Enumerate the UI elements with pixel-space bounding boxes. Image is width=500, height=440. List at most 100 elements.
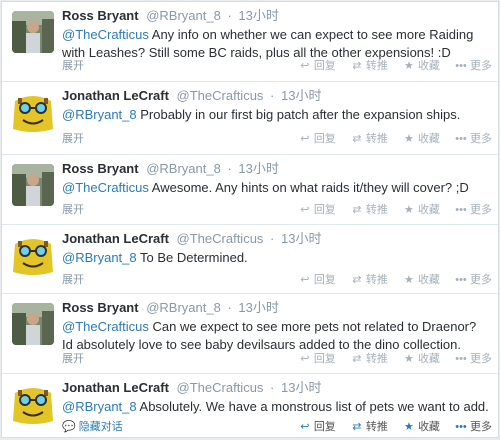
reply-label: 回复 [313,204,336,216]
star-icon: ★ [404,204,414,216]
author-handle[interactable]: @TheCrafticus [177,88,264,103]
tweet-item[interactable]: Jonathan LeCraft @TheCrafticus · 13小时 @R… [2,82,498,155]
tweet-text-content: Probably in our first big patch after th… [136,107,461,122]
hide-conversation-link[interactable]: 💬 隐藏对话 [62,419,123,435]
gnome-avatar-icon [12,234,54,276]
author-handle[interactable]: @TheCrafticus [177,380,264,395]
favorite-button[interactable]: ★ 收藏 [403,351,440,367]
avatar-ross-bryant[interactable] [12,164,54,206]
more-button[interactable]: ••• 更多 [455,351,492,367]
tweet-timestamp[interactable]: 13小时 [238,161,278,176]
mention-link[interactable]: @TheCrafticus [62,27,149,42]
author-handle[interactable]: @RBryant_8 [146,161,221,176]
reply-label: 回复 [313,421,336,433]
expand-link[interactable]: 展开 [62,351,84,367]
tweet-text-content: Absolutely. We have a monstrous list of … [136,399,489,414]
tweet-item[interactable]: Ross Bryant @RBryant_8 · 13小时 @TheCrafti… [2,2,498,82]
author-handle[interactable]: @RBryant_8 [146,8,221,23]
tweet-text: @RBryant_8 Probably in our first big pat… [62,106,490,124]
reply-button[interactable]: ↩ 回复 [299,351,336,367]
expand-link[interactable]: 展开 [62,272,84,288]
tweet-timestamp[interactable]: 13小时 [238,8,278,23]
author-name[interactable]: Ross Bryant [62,8,139,23]
favorite-label: 收藏 [417,274,440,286]
retweet-button[interactable]: ⇄ 转推 [351,58,388,74]
more-dots-icon: ••• [455,274,467,286]
more-dots-icon: ••• [455,60,467,72]
reply-button[interactable]: ↩ 回复 [299,419,336,435]
avatar-ross-bryant[interactable] [12,11,54,53]
reply-button[interactable]: ↩ 回复 [299,58,336,74]
gnome-avatar-icon [12,383,54,425]
more-label: 更多 [470,421,492,433]
favorite-button[interactable]: ★ 收藏 [403,419,440,435]
more-dots-icon: ••• [455,421,467,433]
tweet-text: @RBryant_8 To Be Determined. [62,249,490,267]
retweet-button[interactable]: ⇄ 转推 [351,131,388,147]
more-button[interactable]: ••• 更多 [455,131,492,147]
avatar-jonathan-lecraft[interactable] [12,91,54,133]
favorite-label: 收藏 [417,421,440,433]
reply-label: 回复 [313,60,336,72]
tweet-timestamp[interactable]: 13小时 [238,300,278,315]
tweet-text: @TheCrafticus Any info on whether we can… [62,26,490,62]
favorite-button[interactable]: ★ 收藏 [403,58,440,74]
mention-link[interactable]: @RBryant_8 [62,250,137,265]
tweet-item[interactable]: Jonathan LeCraft @TheCrafticus · 13小时 @R… [2,225,498,294]
favorite-label: 收藏 [417,353,440,365]
tweet-item[interactable]: Ross Bryant @RBryant_8 · 13小时 @TheCrafti… [2,294,498,374]
favorite-button[interactable]: ★ 收藏 [403,131,440,147]
reply-label: 回复 [313,353,336,365]
expand-link[interactable]: 展开 [62,131,84,147]
gnome-avatar-icon [12,91,54,133]
avatar-jonathan-lecraft[interactable] [12,383,54,425]
author-handle[interactable]: @TheCrafticus [177,231,264,246]
expand-link[interactable]: 展开 [62,58,84,74]
author-name[interactable]: Jonathan LeCraft [62,231,169,246]
reply-button[interactable]: ↩ 回复 [299,272,336,288]
retweet-button[interactable]: ⇄ 转推 [351,419,388,435]
mention-link[interactable]: @RBryant_8 [62,399,137,414]
favorite-button[interactable]: ★ 收藏 [403,202,440,218]
retweet-icon: ⇄ [352,353,362,365]
avatar-jonathan-lecraft[interactable] [12,234,54,276]
author-handle[interactable]: @RBryant_8 [146,300,221,315]
reply-button[interactable]: ↩ 回复 [299,131,336,147]
reply-button[interactable]: ↩ 回复 [299,202,336,218]
retweet-button[interactable]: ⇄ 转推 [351,202,388,218]
author-name[interactable]: Jonathan LeCraft [62,380,169,395]
avatar-ross-bryant[interactable] [12,303,54,345]
more-button[interactable]: ••• 更多 [455,272,492,288]
tweet-text-content: Awesome. Any hints on what raids it/they… [148,180,469,195]
author-name[interactable]: Jonathan LeCraft [62,88,169,103]
more-button[interactable]: ••• 更多 [455,202,492,218]
star-icon: ★ [404,353,414,365]
more-dots-icon: ••• [455,353,467,365]
separator-dot: · [227,8,232,23]
retweet-label: 转推 [365,204,388,216]
tweet-timestamp[interactable]: 13小时 [281,380,321,395]
reply-icon: ↩ [300,60,310,72]
tweet-item[interactable]: Ross Bryant @RBryant_8 · 13小时 @TheCrafti… [2,155,498,225]
retweet-button[interactable]: ⇄ 转推 [351,351,388,367]
tweet-item[interactable]: Jonathan LeCraft @TheCrafticus · 13小时 @R… [2,374,498,437]
more-button[interactable]: ••• 更多 [455,419,492,435]
retweet-button[interactable]: ⇄ 转推 [351,272,388,288]
mention-link[interactable]: @TheCrafticus [62,319,149,334]
tweet-text: @TheCrafticus Can we expect to see more … [62,318,490,354]
star-icon: ★ [404,60,414,72]
hide-conversation-label: 隐藏对话 [78,421,123,433]
tweet-timestamp[interactable]: 13小时 [281,88,321,103]
more-button[interactable]: ••• 更多 [455,58,492,74]
author-name[interactable]: Ross Bryant [62,300,139,315]
favorite-label: 收藏 [417,60,440,72]
author-name[interactable]: Ross Bryant [62,161,139,176]
retweet-icon: ⇄ [352,274,362,286]
tweet-timestamp[interactable]: 13小时 [281,231,321,246]
favorite-button[interactable]: ★ 收藏 [403,272,440,288]
mention-link[interactable]: @TheCrafticus [62,180,149,195]
mention-link[interactable]: @RBryant_8 [62,107,137,122]
retweet-icon: ⇄ [352,60,362,72]
retweet-icon: ⇄ [352,421,362,433]
expand-link[interactable]: 展开 [62,202,84,218]
